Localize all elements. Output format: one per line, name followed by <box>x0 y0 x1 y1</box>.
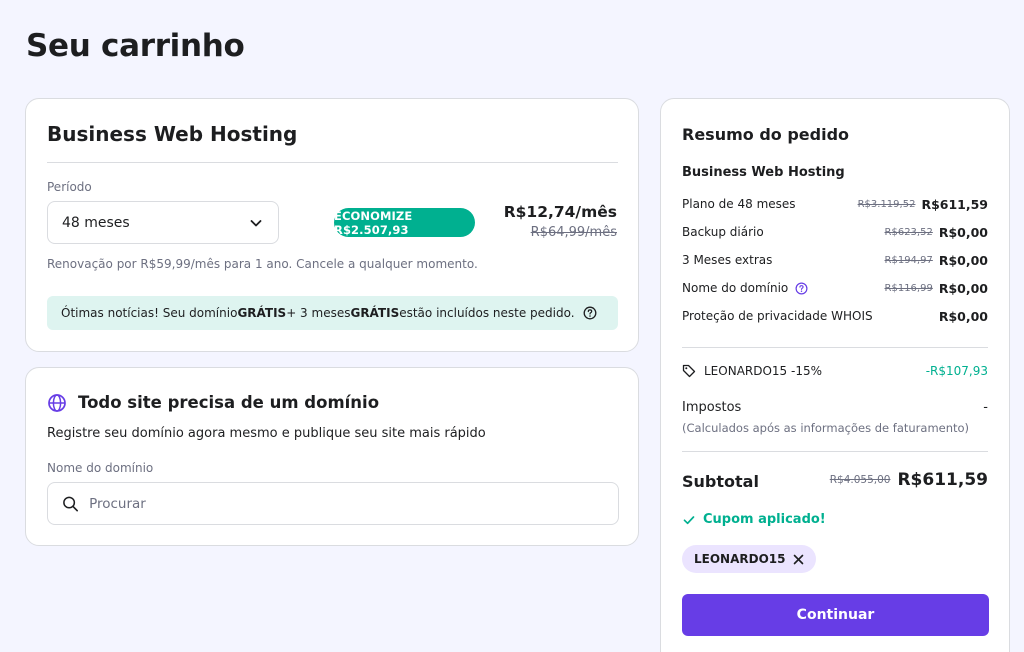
domain-subtitle: Registre seu domínio agora mesmo e publi… <box>47 426 486 441</box>
close-icon[interactable] <box>793 554 804 565</box>
renewal-text: Renovação por R$59,99/mês para 1 ano. Ca… <box>47 257 478 271</box>
line-old-price: R$623,52 <box>884 226 933 238</box>
tax-label: Impostos <box>682 400 742 415</box>
domain-label: Nome do domínio <box>47 461 154 475</box>
line-price: R$611,59 <box>921 196 988 212</box>
plan-price: R$12,74/mês <box>503 203 617 221</box>
coupon-code: LEONARDO15 <box>694 552 786 566</box>
line-label: Backup diário <box>682 225 764 239</box>
summary-divider <box>682 451 988 452</box>
promo-bold-2: GRÁTIS <box>350 306 400 320</box>
plan-card: Business Web Hosting Período 48 meses EC… <box>25 98 639 352</box>
promo-text-3: estão incluídos neste pedido. <box>399 306 575 320</box>
tax-value: - <box>983 400 988 415</box>
summary-product: Business Web Hosting <box>682 165 845 180</box>
domain-title: Todo site precisa de um domínio <box>78 393 380 412</box>
info-icon[interactable] <box>795 282 808 295</box>
plan-divider <box>47 162 618 163</box>
promo-bold-1: GRÁTIS <box>237 306 287 320</box>
coupon-applied-text: Cupom aplicado! <box>703 512 826 527</box>
check-icon <box>683 515 695 524</box>
subtotal-value: R$611,59 <box>897 470 988 490</box>
plan-old-price: R$64,99/mês <box>530 225 617 240</box>
period-select-value: 48 meses <box>62 214 130 231</box>
line-old-price: R$194,97 <box>884 254 933 266</box>
line-label: 3 Meses extras <box>682 253 773 267</box>
line-label: Nome do domínio <box>682 281 789 295</box>
coupon-discount-row: LEONARDO15 -15% -R$107,93 <box>682 364 988 378</box>
summary-line-item: Nome do domínio R$116,99 R$0,00 <box>682 279 988 297</box>
page-title: Seu carrinho <box>26 28 245 64</box>
promo-text-1: Ótimas notícias! Seu domínio <box>61 306 238 320</box>
period-select[interactable]: 48 meses <box>47 201 279 244</box>
line-old-price: R$3.119,52 <box>857 198 916 210</box>
help-icon[interactable] <box>583 306 597 320</box>
save-badge: ECONOMIZE R$2.507,93 <box>334 208 475 237</box>
period-label: Período <box>47 180 92 194</box>
summary-title: Resumo do pedido <box>682 125 850 144</box>
domain-search-box[interactable] <box>47 482 619 525</box>
coupon-applied-message: Cupom aplicado! <box>682 512 826 527</box>
discount-value: -R$107,93 <box>925 364 988 378</box>
chevron-down-icon <box>250 219 262 226</box>
summary-line-item: 3 Meses extras R$194,97 R$0,00 <box>682 251 988 269</box>
promo-banner: Ótimas notícias! Seu domínio GRÁTIS + 3 … <box>47 296 618 330</box>
line-price: R$0,00 <box>938 308 988 324</box>
order-summary-card: Resumo do pedido Business Web Hosting Pl… <box>660 98 1010 652</box>
tag-icon <box>682 364 696 378</box>
domain-card: Todo site precisa de um domínio Registre… <box>25 367 639 546</box>
line-old-price: R$116,99 <box>884 282 933 294</box>
summary-divider <box>682 347 988 348</box>
domain-search-input[interactable] <box>89 495 604 512</box>
tax-note: (Calculados após as informações de fatur… <box>682 421 970 435</box>
line-price: R$0,00 <box>938 252 988 268</box>
line-label: Plano de 48 meses <box>682 197 796 211</box>
line-price: R$0,00 <box>938 280 988 296</box>
summary-line-item: Backup diário R$623,52 R$0,00 <box>682 223 988 241</box>
continue-button[interactable]: Continuar <box>682 594 989 636</box>
subtotal-label: Subtotal <box>682 472 759 491</box>
line-label: Proteção de privacidade WHOIS <box>682 309 873 323</box>
promo-text-2: + 3 meses <box>286 306 351 320</box>
summary-line-item: Plano de 48 meses R$3.119,52 R$611,59 <box>682 195 988 213</box>
globe-icon <box>48 394 66 412</box>
coupon-chip: LEONARDO15 <box>682 545 817 573</box>
search-icon <box>63 496 79 511</box>
plan-title: Business Web Hosting <box>47 122 298 146</box>
summary-line-item: Proteção de privacidade WHOIS R$0,00 <box>682 307 988 325</box>
coupon-line-label: LEONARDO15 -15% <box>704 364 823 378</box>
subtotal-old: R$4.055,00 <box>829 474 891 486</box>
line-price: R$0,00 <box>938 224 988 240</box>
